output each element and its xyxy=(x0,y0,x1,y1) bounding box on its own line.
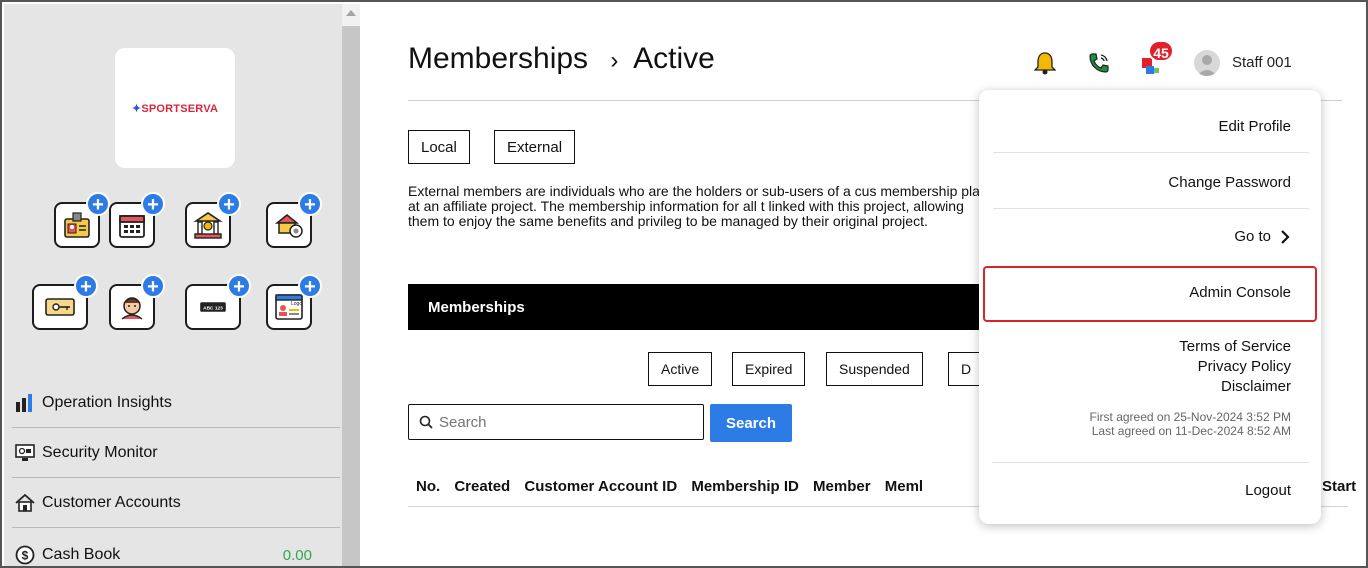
sidebar-item-label: Security Monitor xyxy=(42,443,158,461)
add-key-card-icon[interactable]: + xyxy=(74,274,98,298)
page-title: Memberships › Active xyxy=(408,42,715,76)
plate-text: ABC 123 xyxy=(203,305,223,311)
home-icon xyxy=(12,493,38,513)
bank-icon xyxy=(193,212,223,239)
scrollbar-thumb[interactable] xyxy=(342,26,360,566)
tile-building-exchange[interactable]: + xyxy=(266,192,322,248)
column-header[interactable]: Membership ID xyxy=(691,478,799,495)
tile-calendar[interactable]: + xyxy=(109,192,165,248)
menu-divider xyxy=(993,208,1309,209)
filter-expired-button[interactable]: Expired xyxy=(732,352,806,386)
key-card-icon xyxy=(45,298,75,316)
go-to-item[interactable]: Go to xyxy=(1234,228,1291,245)
disclaimer-link[interactable]: Disclaimer xyxy=(1221,378,1291,395)
column-header[interactable]: Meml xyxy=(885,478,923,495)
column-header-start[interactable]: Start xyxy=(1322,478,1356,495)
menu-divider xyxy=(993,152,1309,153)
add-face-scan-icon[interactable]: + xyxy=(141,274,165,298)
face-scan-icon xyxy=(121,297,143,320)
filter-active-button[interactable]: Active xyxy=(648,352,713,386)
sidebar: ✦SPORTSERVA + + + + + + + ABC 123 + Logo… xyxy=(4,4,342,566)
breadcrumb-chevron-icon: › xyxy=(610,47,619,74)
filter-suspended-button[interactable]: Suspended xyxy=(826,352,923,386)
sidebar-item-label: Cash Book xyxy=(42,546,121,563)
sidebar-item-operation-insights[interactable]: Operation Insights xyxy=(12,378,340,428)
add-plate-icon[interactable]: + xyxy=(227,274,251,298)
search-input[interactable] xyxy=(439,413,679,431)
tab-local[interactable]: Local xyxy=(408,130,470,164)
tile-web-profile[interactable]: + Logo xyxy=(266,274,322,330)
tile-face-scan[interactable]: + xyxy=(109,274,165,330)
sidebar-item-security-monitor[interactable]: Security Monitor xyxy=(12,428,340,478)
scroll-up-arrow-icon[interactable] xyxy=(346,10,356,16)
brand-logo: ✦SPORTSERVA xyxy=(115,48,235,168)
sidebar-item-label: Operation Insights xyxy=(42,393,172,411)
add-calendar-icon[interactable]: + xyxy=(141,192,165,216)
cash-book-amount: 0.00 xyxy=(282,546,312,564)
tab-external[interactable]: External xyxy=(494,130,576,164)
search-icon xyxy=(419,415,433,429)
title-section[interactable]: Memberships xyxy=(408,42,588,75)
logo-tile-text: Logo xyxy=(291,301,302,307)
search-button[interactable]: Search xyxy=(710,404,792,442)
calendar-icon xyxy=(119,215,145,238)
user-name[interactable]: Staff 001 xyxy=(1232,54,1292,71)
app-window: ✦SPORTSERVA + + + + + + + ABC 123 + Logo… xyxy=(0,0,1368,568)
sidebar-item-cash-book[interactable]: $ Cash Book 0.00 xyxy=(12,530,340,566)
id-badge-icon xyxy=(64,212,90,238)
sidebar-item-customer-accounts[interactable]: Customer Accounts xyxy=(12,478,340,528)
notification-badge: 45 xyxy=(1148,40,1174,62)
add-bank-icon[interactable]: + xyxy=(217,192,241,216)
sidebar-scrollbar[interactable] xyxy=(342,4,360,566)
monitor-icon xyxy=(12,443,38,463)
license-plate-icon: ABC 123 xyxy=(200,302,226,312)
terms-of-service-link[interactable]: Terms of Service xyxy=(1179,338,1291,355)
phone-icon[interactable] xyxy=(1086,50,1112,76)
column-header[interactable]: Created xyxy=(454,478,510,495)
bar-chart-icon xyxy=(12,393,38,413)
sidebar-item-label: Customer Accounts xyxy=(42,493,181,511)
search-field[interactable] xyxy=(408,404,704,440)
column-header[interactable]: Member xyxy=(813,478,871,495)
first-agreed-note: First agreed on 25-Nov-2024 3:52 PM xyxy=(1089,410,1291,424)
menu-divider xyxy=(993,462,1309,463)
tile-id-badge[interactable]: + xyxy=(54,192,110,248)
change-password-item[interactable]: Change Password xyxy=(1168,174,1291,191)
logout-item[interactable]: Logout xyxy=(1245,482,1291,499)
dollar-circle-icon: $ xyxy=(12,545,38,565)
memberships-header-bar: Memberships xyxy=(408,284,1008,330)
edit-profile-item[interactable]: Edit Profile xyxy=(1218,118,1291,135)
building-exchange-icon xyxy=(274,214,303,238)
svg-text:$: $ xyxy=(22,549,29,563)
web-profile-icon: Logo xyxy=(275,294,303,320)
avatar[interactable] xyxy=(1194,50,1220,76)
tile-key-card[interactable]: + xyxy=(32,274,98,330)
chevron-right-icon xyxy=(1281,229,1290,244)
column-header[interactable]: No. xyxy=(416,478,440,495)
add-building-icon[interactable]: + xyxy=(298,192,322,216)
table-header-row: No. Created Customer Account ID Membersh… xyxy=(416,478,990,495)
tile-license-plate[interactable]: + ABC 123 xyxy=(185,274,251,330)
memberships-bar-label: Memberships xyxy=(428,298,525,316)
admin-console-item[interactable]: Admin Console xyxy=(1189,284,1291,301)
title-subsection: Active xyxy=(633,42,715,75)
go-to-label: Go to xyxy=(1234,228,1271,245)
add-badge-icon[interactable]: + xyxy=(86,192,110,216)
privacy-policy-link[interactable]: Privacy Policy xyxy=(1198,358,1291,375)
add-web-profile-icon[interactable]: + xyxy=(298,274,322,298)
column-header[interactable]: Customer Account ID xyxy=(524,478,677,495)
user-dropdown-menu: Edit Profile Change Password Go to Admin… xyxy=(979,90,1321,524)
tile-bank[interactable]: + xyxy=(185,192,241,248)
bell-icon[interactable] xyxy=(1032,50,1058,76)
external-members-description: External members are individuals who are… xyxy=(408,184,988,229)
brand-logo-text: ✦SPORTSERVA xyxy=(131,102,219,115)
last-agreed-note: Last agreed on 11-Dec-2024 8:52 AM xyxy=(1091,424,1291,438)
